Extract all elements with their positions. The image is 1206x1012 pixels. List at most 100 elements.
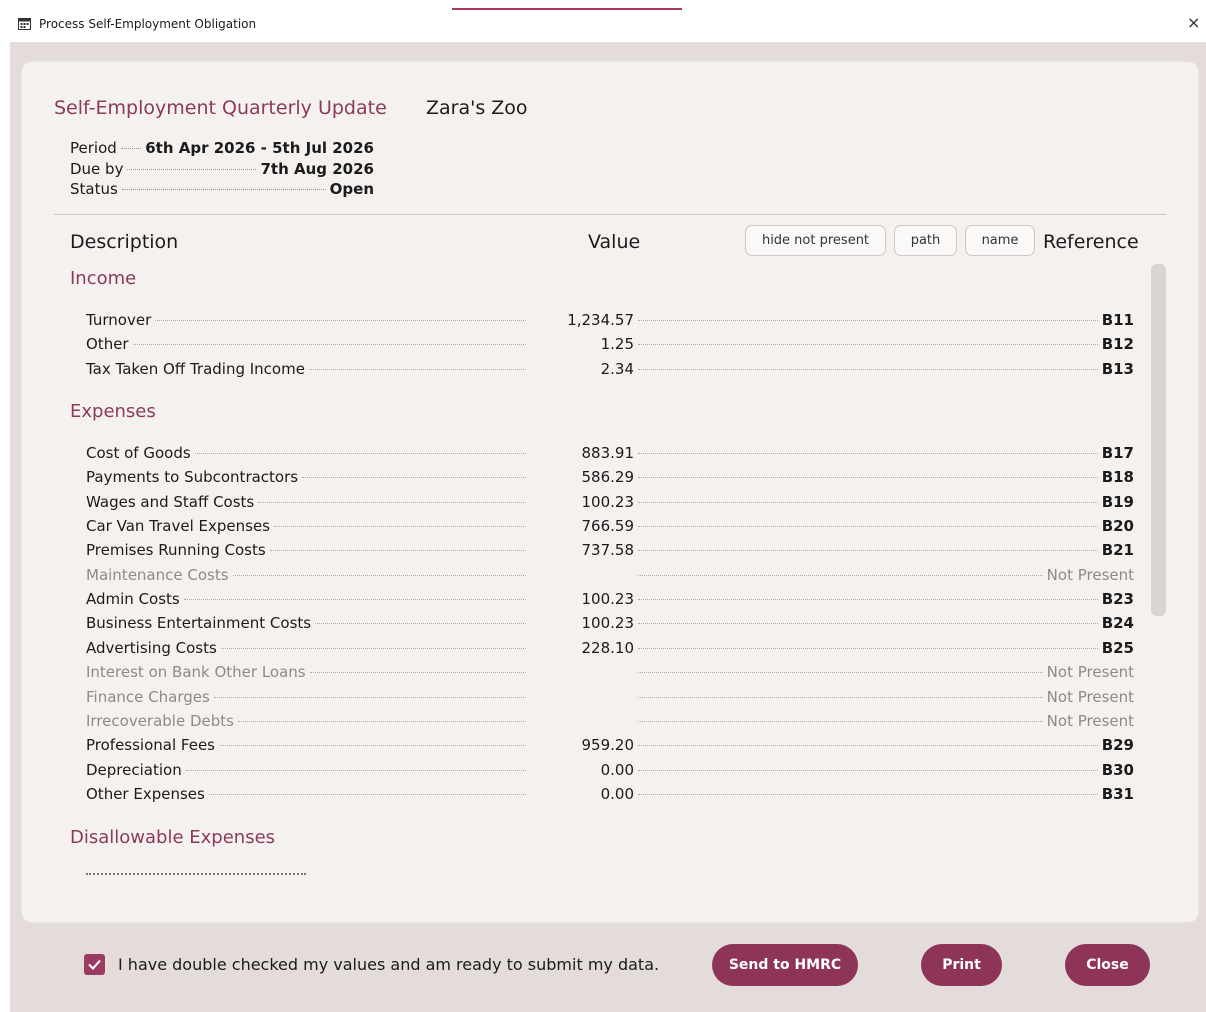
section-title-expenses: Expenses xyxy=(70,401,156,422)
row-value: 959.20 xyxy=(581,736,635,755)
app-icon xyxy=(18,18,31,30)
column-header-description: Description xyxy=(70,231,179,253)
section-title-income: Income xyxy=(70,268,137,289)
row-description: Other xyxy=(86,335,526,353)
row-reference-text: B12 xyxy=(1101,335,1134,354)
row-reference-text: B20 xyxy=(1101,517,1134,536)
leader-dots xyxy=(183,599,526,601)
row-description-text: Advertising Costs xyxy=(86,638,217,657)
row-reference: Not Present xyxy=(638,688,1134,706)
hide-not-present-button[interactable]: hide not present xyxy=(745,225,886,256)
leader-dots xyxy=(638,550,1098,552)
leader-dots xyxy=(308,368,526,370)
row-reference: B11 xyxy=(638,311,1134,329)
row-value: 1.25 xyxy=(600,335,634,354)
row-description: Professional Fees xyxy=(86,736,526,754)
close-button[interactable]: Close xyxy=(1065,944,1150,986)
row-reference: B19 xyxy=(638,493,1134,511)
leader-dots xyxy=(258,501,526,503)
row-reference: Not Present xyxy=(638,712,1134,730)
due-value: 7th Aug 2026 xyxy=(260,160,374,178)
table-row: Premises Running Costs 737.58 B21 xyxy=(86,541,1134,563)
row-description: Irrecoverable Debts xyxy=(86,712,526,730)
row-description: Payments to Subcontractors xyxy=(86,468,526,486)
row-reference: B21 xyxy=(638,541,1134,559)
leader-dots xyxy=(237,720,526,722)
row-description: Tax Taken Off Trading Income xyxy=(86,360,526,378)
row-description-text: Premises Running Costs xyxy=(86,541,266,560)
row-reference-text: B13 xyxy=(1101,359,1134,378)
path-button[interactable]: path xyxy=(894,225,957,256)
leader-dots xyxy=(309,672,526,674)
row-description-text: Business Entertainment Costs xyxy=(86,614,312,633)
period-value: 6th Apr 2026 - 5th Jul 2026 xyxy=(145,139,374,157)
scrollbar-thumb[interactable] xyxy=(1151,264,1166,616)
leader-dots xyxy=(232,574,526,576)
row-description: Admin Costs xyxy=(86,590,526,608)
leader-dots xyxy=(194,453,526,454)
leader-dots xyxy=(638,745,1098,747)
name-button[interactable]: name xyxy=(965,225,1035,256)
table-row: Other Expenses 0.00 B31 xyxy=(86,785,1134,807)
confirm-label: I have double checked my values and am r… xyxy=(118,955,660,974)
print-button[interactable]: Print xyxy=(921,944,1002,986)
row-description: Wages and Staff Costs xyxy=(86,493,526,511)
row-reference: B25 xyxy=(638,639,1134,657)
row-value: 0.00 xyxy=(600,784,634,803)
window-close-icon[interactable]: × xyxy=(1187,13,1200,32)
row-value: 766.59 xyxy=(581,517,635,536)
row-description-text: Other Expenses xyxy=(86,784,205,803)
status-row: Status Open xyxy=(70,180,374,200)
leader-dots xyxy=(638,368,1098,370)
row-description-text: Interest on Bank Other Loans xyxy=(86,663,306,682)
row-reference: B29 xyxy=(638,736,1134,754)
table-row: Business Entertainment Costs 100.23 B24 xyxy=(86,614,1134,636)
leader-dots xyxy=(638,599,1098,601)
table-row: Car Van Travel Expenses 766.59 B20 xyxy=(86,517,1134,539)
send-to-hmrc-button[interactable]: Send to HMRC xyxy=(712,944,858,986)
leader-dots xyxy=(638,647,1098,649)
leader-dots xyxy=(121,189,326,190)
table-row: Advertising Costs 228.10 B25 xyxy=(86,639,1134,661)
row-value: 0.00 xyxy=(600,760,634,779)
row-value: 1,234.57 xyxy=(567,311,634,329)
row-description: Other Expenses xyxy=(86,785,526,803)
header-divider xyxy=(54,214,1166,215)
table-row: Finance Charges Not Present xyxy=(86,688,1134,710)
confirm-checkbox[interactable] xyxy=(84,954,105,975)
row-description-text: Car Van Travel Expenses xyxy=(86,517,270,536)
business-name: Zara's Zoo xyxy=(426,97,528,119)
row-description-text: Admin Costs xyxy=(86,590,180,609)
leader-dots xyxy=(638,696,1043,698)
leader-dots xyxy=(638,623,1098,625)
leader-dots xyxy=(638,526,1098,528)
status-label: Status xyxy=(70,180,118,198)
row-reference: B24 xyxy=(638,614,1134,632)
checkmark-icon xyxy=(88,959,101,970)
row-reference-text: B24 xyxy=(1101,614,1134,633)
leader-dots xyxy=(638,769,1098,771)
row-description-text: Professional Fees xyxy=(86,736,215,755)
row-reference-text: B19 xyxy=(1101,492,1134,511)
section-title-disallowable: Disallowable Expenses xyxy=(70,827,276,848)
leader-dots xyxy=(120,148,142,149)
row-value: 883.91 xyxy=(581,444,635,462)
row-description: Car Van Travel Expenses xyxy=(86,517,526,535)
table-row: Cost of Goods 883.91 B17 xyxy=(86,444,1134,466)
leader-dots xyxy=(274,526,526,528)
row-reference-text: Not Present xyxy=(1046,711,1134,730)
row-description: Business Entertainment Costs xyxy=(86,614,526,632)
row-value: 100.23 xyxy=(581,590,635,609)
leader-dots xyxy=(127,169,257,170)
leader-dots xyxy=(185,769,526,771)
row-value: 2.34 xyxy=(600,359,634,378)
row-reference-text: B11 xyxy=(1101,311,1134,329)
row-reference-text: B30 xyxy=(1101,760,1134,779)
leader-dots xyxy=(220,647,526,649)
leader-dots xyxy=(638,574,1043,576)
row-description-text: Payments to Subcontractors xyxy=(86,468,299,487)
page-title: Self-Employment Quarterly Update xyxy=(54,97,387,119)
row-description-text: Depreciation xyxy=(86,760,182,779)
row-reference: B13 xyxy=(638,360,1134,378)
titlebar-accent xyxy=(452,8,682,10)
